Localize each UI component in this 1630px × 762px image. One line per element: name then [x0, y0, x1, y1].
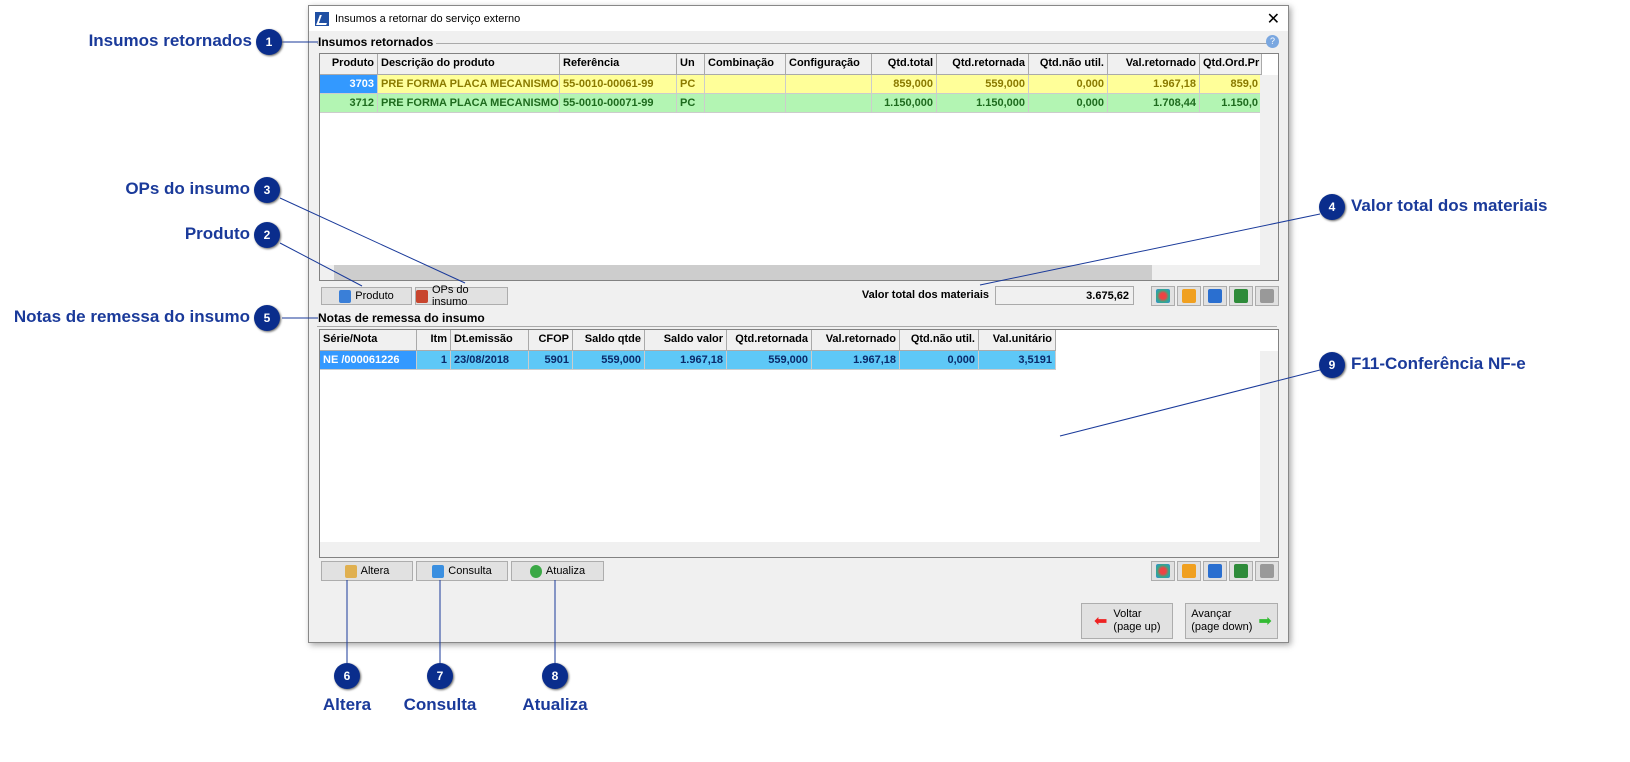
callout-label: Valor total dos materiais — [1351, 196, 1548, 215]
callout-badge: 9 — [1319, 352, 1345, 378]
callout-badge: 1 — [256, 29, 282, 55]
callout-label: Notas de remessa do insumo — [13, 307, 250, 326]
callout-line-9 — [1059, 369, 1321, 437]
callout-badge: 2 — [254, 222, 280, 248]
callout-badge: 7 — [427, 663, 453, 689]
callout-label: Insumos retornados — [88, 31, 252, 50]
callout-badge: 5 — [254, 305, 280, 331]
callout-line-4 — [979, 213, 1321, 286]
callout-badge: 6 — [334, 663, 360, 689]
callout-label: F11-Conferência NF-e — [1351, 354, 1526, 373]
callout-badge: 4 — [1319, 194, 1345, 220]
callout-lines — [279, 41, 1321, 663]
callout-line-3 — [279, 197, 466, 284]
callout-badge: 3 — [254, 177, 280, 203]
callout-badge: 8 — [542, 663, 568, 689]
callout-label: OPs do insumo — [125, 179, 250, 198]
callout-label: Consulta — [403, 695, 477, 714]
callout-line-2 — [279, 242, 363, 287]
callout-label: Produto — [184, 224, 250, 243]
callout-label: Atualiza — [522, 695, 588, 714]
